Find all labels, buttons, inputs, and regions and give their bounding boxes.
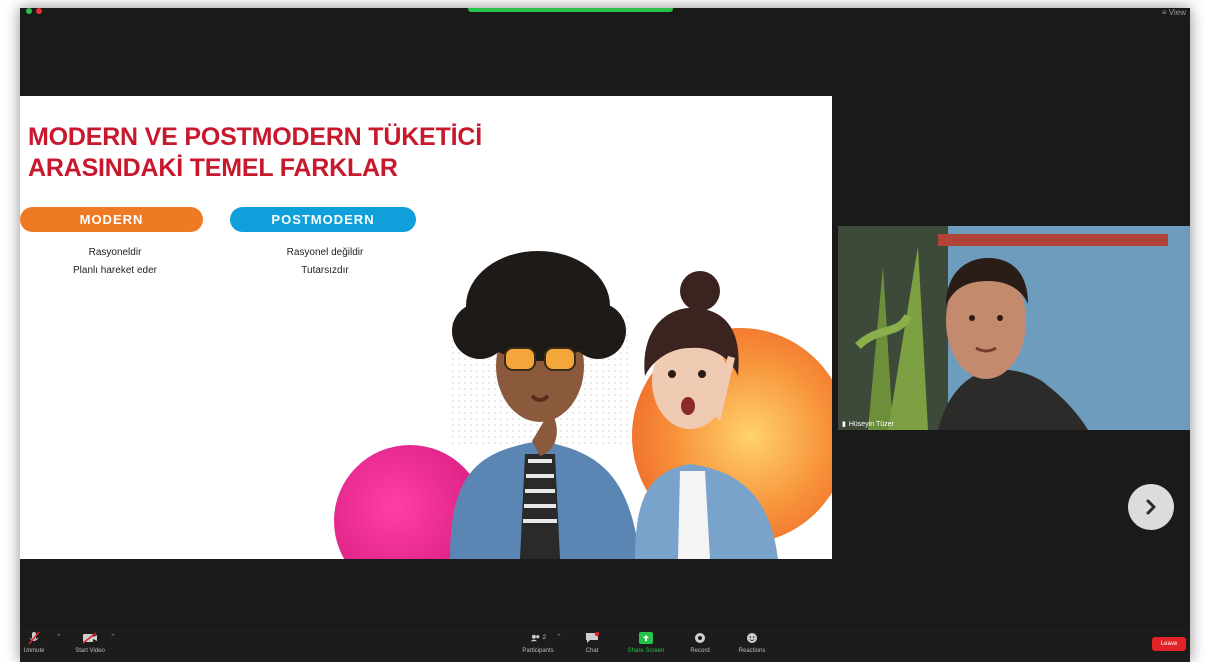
audio-options-caret-icon[interactable]: ⌃ xyxy=(56,633,62,641)
record-label: Record xyxy=(690,648,710,654)
meeting-top-bar: ≡ View xyxy=(20,8,1190,26)
share-screen-icon xyxy=(638,630,654,646)
security-shield-icon xyxy=(26,8,32,14)
unmute-label: Unmute xyxy=(23,648,45,654)
reactions-button[interactable]: Reactions xyxy=(726,630,778,654)
modern-heading-pill: MODERN xyxy=(20,207,203,232)
start-video-label: Start Video xyxy=(75,648,105,654)
record-button[interactable]: Record xyxy=(674,630,726,654)
slide-title-line-1: MODERN VE POSTMODERN TÜKETİCİ xyxy=(28,123,482,151)
smiley-icon xyxy=(744,630,760,646)
recording-icon xyxy=(36,8,42,14)
chat-label: Chat xyxy=(585,648,599,654)
start-video-button[interactable]: Start Video xyxy=(64,630,116,654)
participants-options-caret-icon[interactable]: ⌃ xyxy=(556,633,562,641)
microphone-muted-icon xyxy=(26,630,42,646)
shared-slide: MODERN VE POSTMODERN TÜKETİCİ ARASINDAKİ… xyxy=(20,96,832,559)
meeting-window: ≡ View MODERN VE POSTMODERN TÜKETİCİ ARA… xyxy=(20,8,1190,662)
slide-illustration xyxy=(334,251,832,559)
slide-title: MODERN VE POSTMODERN TÜKETİCİ ARASINDAKİ… xyxy=(28,122,588,184)
meeting-toolbar: Unmute ⌃ Start Video ⌃ 2 Participants ⌃ … xyxy=(20,628,1190,662)
signal-strength-icon: ▮ xyxy=(842,421,846,428)
sharing-screen-indicator[interactable] xyxy=(468,8,673,12)
postmodern-heading-pill: POSTMODERN xyxy=(230,207,416,232)
video-options-caret-icon[interactable]: ⌃ xyxy=(110,633,116,641)
unmute-button[interactable]: Unmute xyxy=(20,630,60,654)
meeting-info[interactable] xyxy=(26,8,42,14)
chevron-right-icon xyxy=(1146,499,1156,515)
participants-label: Participants xyxy=(522,648,554,654)
next-page-button[interactable] xyxy=(1128,484,1174,530)
video-off-icon xyxy=(82,630,98,646)
list-item: Rasyoneldir xyxy=(88,247,142,258)
view-options-button[interactable]: ≡ View xyxy=(1162,8,1186,17)
participant-name-label: ▮ Hüseyin Tüzer xyxy=(842,420,894,429)
record-icon xyxy=(692,630,708,646)
chat-icon xyxy=(584,630,600,646)
chat-button[interactable]: Chat xyxy=(566,630,618,654)
share-screen-button[interactable]: Share Screen xyxy=(620,630,672,654)
reactions-label: Reactions xyxy=(738,648,766,654)
participants-count: 2 xyxy=(542,635,546,641)
participant-video-tile[interactable]: ▮ Hüseyin Tüzer xyxy=(838,226,1190,430)
participant-name: Hüseyin Tüzer xyxy=(848,420,894,428)
share-screen-label: Share Screen xyxy=(627,648,665,654)
participants-icon: 2 xyxy=(530,630,546,646)
list-item: Planlı hareket eder xyxy=(73,265,157,276)
participant-video-feed xyxy=(838,226,1190,430)
slide-title-line-2: ARASINDAKİ TEMEL FARKLAR xyxy=(28,154,398,182)
leave-meeting-button[interactable]: Leave xyxy=(1152,637,1186,651)
modern-list: Rasyoneldir Planlı hareket eder xyxy=(40,244,190,280)
